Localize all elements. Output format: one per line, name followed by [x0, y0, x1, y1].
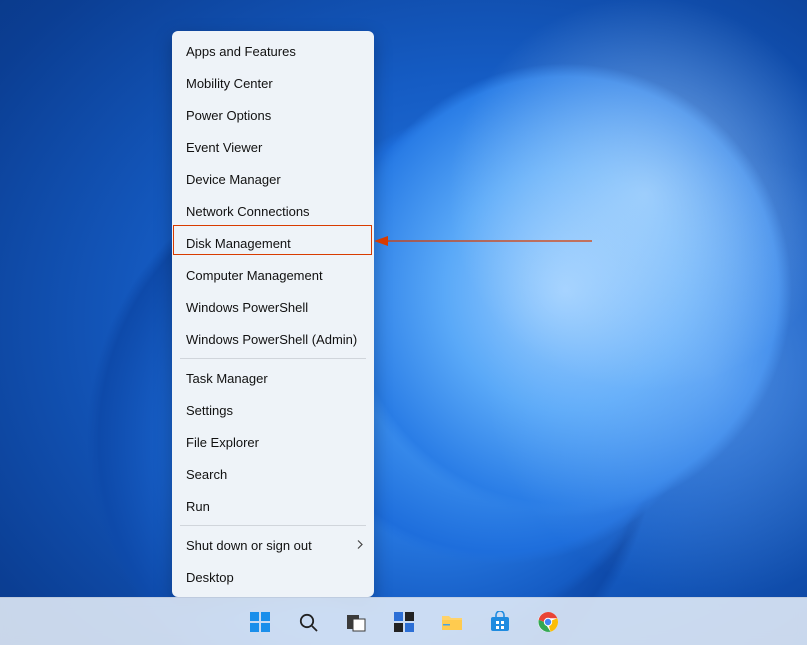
windows-logo-icon [249, 611, 271, 633]
widgets-button[interactable] [385, 603, 423, 641]
menu-item-mobility-center[interactable]: Mobility Center [172, 67, 374, 99]
task-view-button[interactable] [337, 603, 375, 641]
menu-separator [180, 358, 366, 359]
menu-item-shut-down-or-sign-out[interactable]: Shut down or sign out [172, 529, 374, 561]
menu-item-label: Task Manager [186, 371, 268, 386]
menu-item-label: Mobility Center [186, 76, 273, 91]
menu-item-label: Shut down or sign out [186, 538, 312, 553]
menu-item-label: Computer Management [186, 268, 323, 283]
widgets-icon [393, 611, 415, 633]
chrome-button[interactable] [529, 603, 567, 641]
search-button[interactable] [289, 603, 327, 641]
menu-item-desktop[interactable]: Desktop [172, 561, 374, 593]
menu-item-network-connections[interactable]: Network Connections [172, 195, 374, 227]
file-explorer-icon [440, 611, 464, 633]
menu-item-label: Network Connections [186, 204, 310, 219]
chrome-icon [537, 611, 559, 633]
menu-item-windows-powershell-admin[interactable]: Windows PowerShell (Admin) [172, 323, 374, 355]
menu-item-label: Apps and Features [186, 44, 296, 59]
microsoft-store-button[interactable] [481, 603, 519, 641]
task-view-icon [345, 611, 367, 633]
menu-item-label: Desktop [186, 570, 234, 585]
menu-item-label: Power Options [186, 108, 271, 123]
store-icon [489, 611, 511, 633]
menu-item-label: File Explorer [186, 435, 259, 450]
file-explorer-button[interactable] [433, 603, 471, 641]
menu-item-computer-management[interactable]: Computer Management [172, 259, 374, 291]
start-button[interactable] [241, 603, 279, 641]
menu-item-device-manager[interactable]: Device Manager [172, 163, 374, 195]
menu-item-settings[interactable]: Settings [172, 394, 374, 426]
menu-separator [180, 525, 366, 526]
menu-item-label: Search [186, 467, 227, 482]
menu-item-power-options[interactable]: Power Options [172, 99, 374, 131]
menu-item-label: Settings [186, 403, 233, 418]
search-icon [297, 611, 319, 633]
menu-item-apps-and-features[interactable]: Apps and Features [172, 35, 374, 67]
taskbar [0, 597, 807, 645]
menu-item-task-manager[interactable]: Task Manager [172, 362, 374, 394]
menu-item-windows-powershell[interactable]: Windows PowerShell [172, 291, 374, 323]
menu-item-file-explorer[interactable]: File Explorer [172, 426, 374, 458]
menu-item-search[interactable]: Search [172, 458, 374, 490]
winx-context-menu: Apps and Features Mobility Center Power … [172, 31, 374, 597]
chevron-right-icon [356, 538, 364, 553]
menu-item-event-viewer[interactable]: Event Viewer [172, 131, 374, 163]
menu-item-label: Windows PowerShell [186, 300, 308, 315]
menu-item-label: Disk Management [186, 236, 291, 251]
menu-item-label: Run [186, 499, 210, 514]
desktop-wallpaper [0, 0, 807, 645]
menu-item-label: Event Viewer [186, 140, 262, 155]
menu-item-run[interactable]: Run [172, 490, 374, 522]
menu-item-disk-management[interactable]: Disk Management [172, 227, 374, 259]
menu-item-label: Device Manager [186, 172, 281, 187]
menu-item-label: Windows PowerShell (Admin) [186, 332, 357, 347]
